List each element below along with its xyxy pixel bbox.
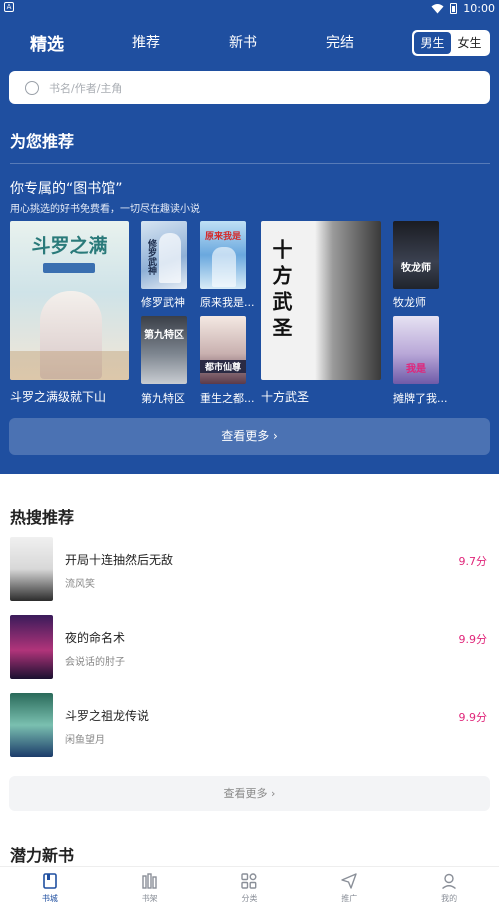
category-icon [241,873,257,889]
hot-book-author: 闲鱼望月 [65,735,105,746]
nav-label: 推广 [341,894,358,903]
nav-label: 分类 [241,894,258,903]
search-input[interactable]: 书名/作者/主角 [49,80,122,96]
gender-switch: 男生 女生 [412,30,490,56]
status-time: 10:00 [463,1,495,15]
library-title: 你专属的“图书馆” [10,181,123,197]
book-cover-small-1[interactable]: 修罗武神 [141,221,187,289]
hot-book-score: 9.9分 [458,633,488,646]
book-icon [43,873,57,889]
cover-decoration [43,263,95,273]
hot-book-name: 夜的命名术 [65,631,126,645]
library-subtitle: 用心挑选的好书免费看，一切尽在趣读小说 [10,204,200,215]
hot-book-score: 9.9分 [458,711,488,724]
tab-new[interactable]: 新书 [229,32,257,52]
cover-title-text: 修罗武神 [146,239,156,275]
wifi-icon [431,3,444,13]
cover-figure [159,233,181,283]
book-title-small-5[interactable]: 牧龙师 [393,294,426,310]
hot-list-item[interactable]: 开局十连抽然后无敌 流风笑 9.7分 [0,537,499,603]
search-bar[interactable]: 书名/作者/主角 [9,71,490,104]
cover-title-text: 十方武圣 [269,239,293,343]
top-tabs: 精选 推荐 新书 完结 男生 女生 [0,28,499,56]
app-notification-icon: A [4,2,14,12]
nav-bookstore[interactable]: 书城 [0,867,100,909]
user-icon [442,873,457,890]
hot-book-cover [10,693,53,757]
hot-book-cover [10,615,53,679]
send-icon [341,873,357,889]
book-title-small-1[interactable]: 修罗武神 [141,294,185,310]
cover-title-text: 牧龙师 [401,263,431,274]
hot-book-author: 会说话的肘子 [65,657,125,668]
hot-book-name: 斗罗之祖龙传说 [65,709,150,723]
hot-list-item[interactable]: 夜的命名术 会说话的肘子 9.9分 [0,615,499,681]
tab-finished[interactable]: 完结 [326,32,354,52]
hot-section-title: 热搜推荐 [10,508,75,527]
nav-promote[interactable]: 推广 [299,867,399,909]
battery-icon [450,2,458,14]
hot-list-item[interactable]: 斗罗之祖龙传说 闲鱼望月 9.9分 [0,693,499,759]
cover-title-text: 第九特区 [144,330,184,341]
book-title-featured-1[interactable]: 斗罗之满级就下山 [10,388,106,405]
book-cover-small-6[interactable]: 我是 [393,316,439,384]
status-bar: A 10:00 [0,0,499,16]
cover-title-text: 都市仙尊 [200,360,246,373]
book-cover-featured-2[interactable]: 十方武圣 [261,221,381,380]
book-cover-featured-1[interactable]: 斗罗之满 [10,221,129,380]
cover-title-text: 原来我是 [204,232,241,242]
cover-figure [212,247,236,287]
cover-ground [10,351,129,380]
book-cover-small-2[interactable]: 原来我是 [200,221,246,289]
nav-label: 我的 [441,894,458,903]
shelf-icon [141,873,157,889]
hot-book-score: 9.7分 [458,555,488,568]
hot-book-cover [10,537,53,601]
tab-featured[interactable]: 精选 [30,30,64,55]
book-title-featured-2[interactable]: 十方武圣 [261,388,309,405]
potential-section-title: 潜力新书 [10,846,75,865]
search-icon [25,80,39,95]
section-divider [10,163,490,164]
book-title-small-4[interactable]: 重生之都... [200,390,255,406]
recommend-more-button[interactable]: 查看更多 › [9,418,490,455]
book-cover-small-5[interactable]: 牧龙师 [393,221,439,289]
book-cover-small-3[interactable]: 第九特区 [141,316,187,384]
nav-category[interactable]: 分类 [200,867,300,909]
nav-label: 书架 [141,894,158,903]
book-title-small-2[interactable]: 原来我是... [200,294,255,310]
hot-book-name: 开局十连抽然后无敌 [65,553,174,567]
cover-title-text: 斗罗之满 [31,235,108,257]
nav-label: 书城 [41,894,58,903]
book-title-small-3[interactable]: 第九特区 [141,390,185,406]
tab-recommend[interactable]: 推荐 [132,32,160,52]
gender-female-option[interactable]: 女生 [451,32,488,54]
book-cover-small-4[interactable]: 都市仙尊 [200,316,246,384]
recommend-section-title: 为您推荐 [10,132,75,151]
gender-male-option[interactable]: 男生 [414,32,451,54]
book-title-small-6[interactable]: 摊牌了我... [393,390,448,406]
cover-title-text: 我是 [406,364,426,375]
nav-shelf[interactable]: 书架 [100,867,200,909]
hot-book-author: 流风笑 [65,579,95,590]
bottom-nav: 书城 书架 分类 推广 我的 [0,866,499,909]
hot-more-button[interactable]: 查看更多 › [9,776,490,811]
nav-mine[interactable]: 我的 [399,867,499,909]
